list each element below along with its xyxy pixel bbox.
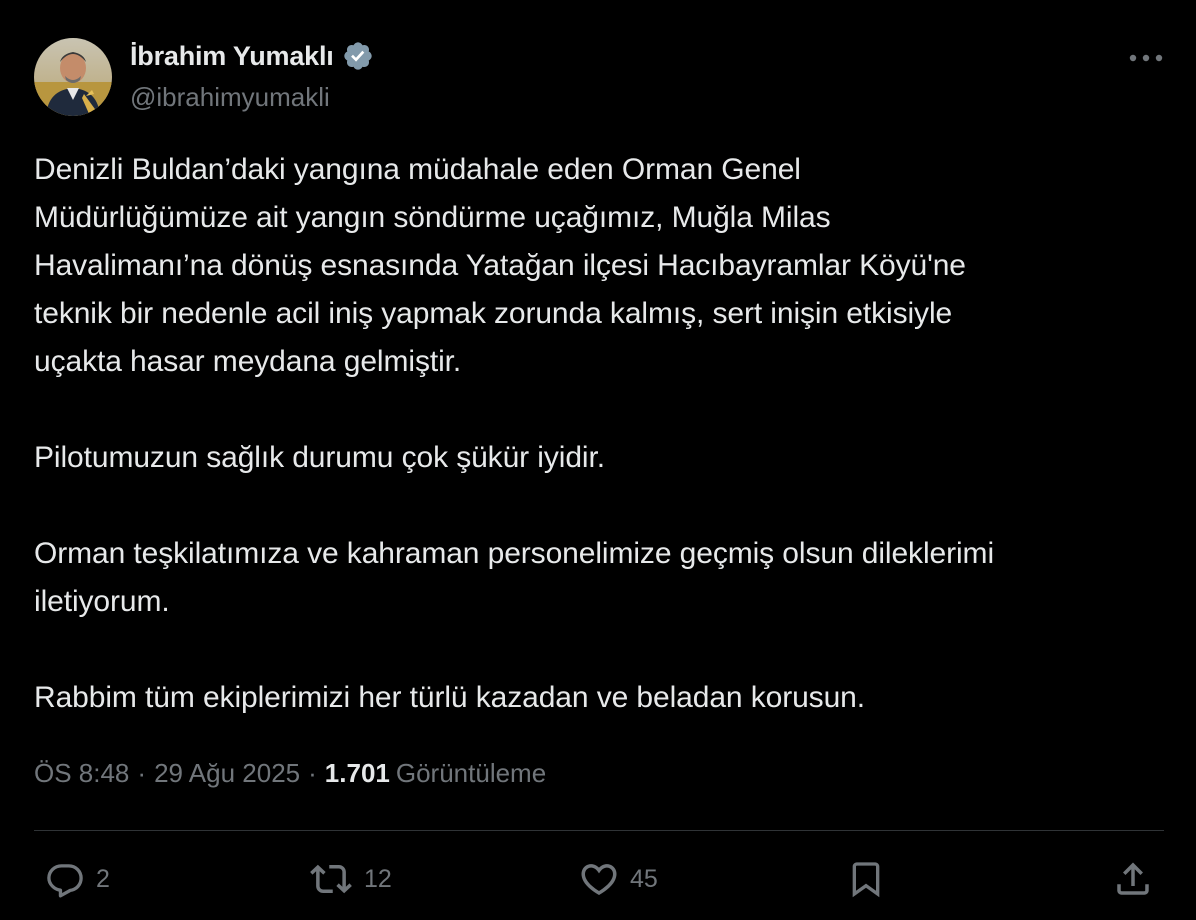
views-label[interactable]: Görüntüleme bbox=[396, 758, 546, 789]
repost-icon bbox=[310, 864, 352, 894]
author-handle[interactable]: @ibrahimyumakli bbox=[130, 82, 330, 113]
repost-count: 12 bbox=[364, 864, 392, 893]
share-icon bbox=[1117, 862, 1149, 895]
like-button[interactable]: 45 bbox=[578, 858, 658, 900]
views-count[interactable]: 1.701 bbox=[325, 758, 390, 789]
repost-button[interactable]: 12 bbox=[308, 858, 392, 900]
author-avatar[interactable] bbox=[34, 38, 112, 116]
reply-count: 2 bbox=[96, 864, 110, 893]
tweet-card: İbrahim Yumaklı @ibrahimyumakli Denizli … bbox=[0, 0, 1196, 920]
author-display-name[interactable]: İbrahim Yumaklı bbox=[130, 41, 334, 72]
tweet-text: Denizli Buldan’daki yangına müdahale ede… bbox=[34, 146, 1174, 722]
author-name-row: İbrahim Yumaklı bbox=[130, 40, 374, 72]
meta-separator: · bbox=[308, 758, 317, 788]
reply-icon bbox=[47, 864, 83, 898]
like-count: 45 bbox=[630, 864, 658, 893]
meta-separator: · bbox=[137, 758, 147, 788]
reply-button[interactable]: 2 bbox=[44, 858, 110, 900]
tweet-paragraph: Denizli Buldan’daki yangına müdahale ede… bbox=[34, 153, 966, 378]
tweet-date[interactable]: 29 Ağu 2025 bbox=[154, 758, 300, 789]
tweet-paragraph: Rabbim tüm ekiplerimizi her türlü kazada… bbox=[34, 681, 865, 714]
more-options-icon[interactable] bbox=[1126, 44, 1166, 72]
heart-icon bbox=[581, 864, 617, 896]
share-button[interactable] bbox=[1112, 858, 1154, 900]
tweet-paragraph: Orman teşkilatımıza ve kahraman personel… bbox=[34, 537, 995, 618]
verified-badge-icon[interactable] bbox=[342, 40, 374, 72]
divider bbox=[34, 830, 1164, 831]
bookmark-icon bbox=[852, 862, 880, 898]
bookmark-button[interactable] bbox=[846, 858, 886, 900]
tweet-time[interactable]: ÖS 8:48 bbox=[34, 758, 129, 789]
action-bar: 2 12 45 bbox=[0, 852, 1196, 908]
profile-photo bbox=[34, 38, 112, 116]
tweet-meta: ÖS 8:48 · 29 Ağu 2025 · 1.701 Görüntülem… bbox=[34, 758, 546, 789]
tweet-paragraph: Pilotumuzun sağlık durumu çok şükür iyid… bbox=[34, 441, 605, 474]
